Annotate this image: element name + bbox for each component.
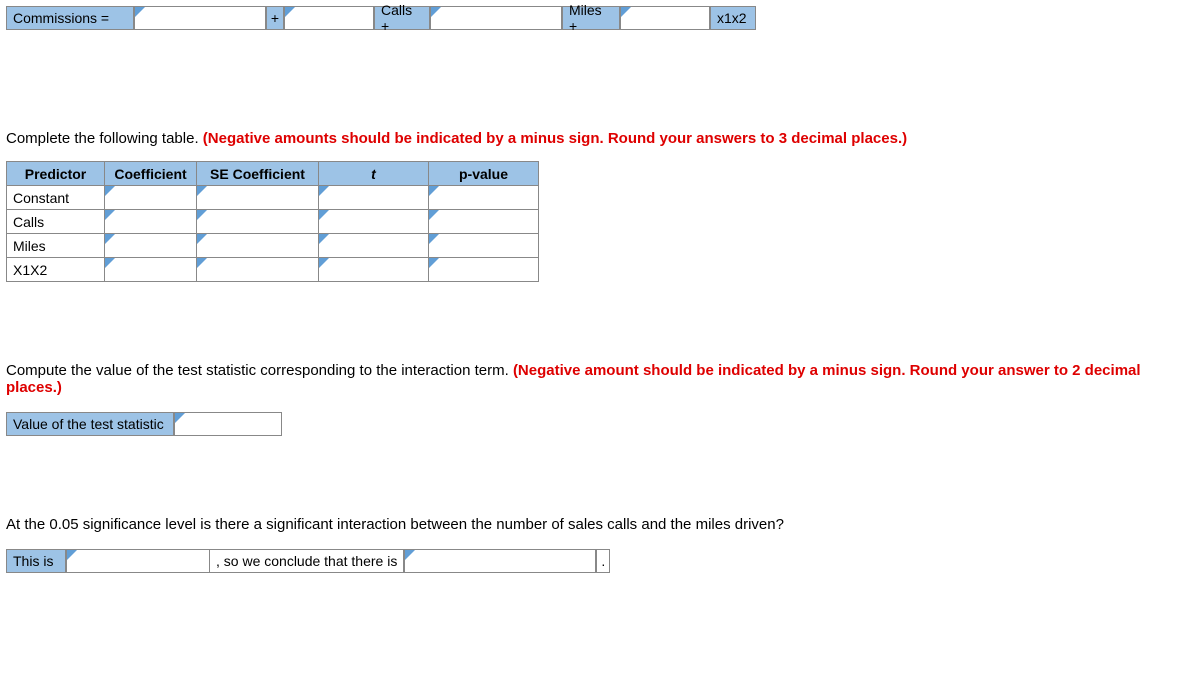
test-stat-prompt: Compute the value of the test statistic …: [6, 362, 1194, 396]
calls-t-input[interactable]: [319, 210, 429, 234]
value-row: Value of the test statistic: [6, 412, 1194, 436]
table-row: Calls: [7, 210, 539, 234]
value-label: Value of the test statistic: [6, 412, 174, 436]
test-stat-section: Compute the value of the test statistic …: [6, 362, 1194, 436]
calls-plus-label: Calls +: [374, 6, 430, 30]
equation-intercept-input[interactable]: [134, 6, 266, 30]
equation-miles-coef-input[interactable]: [430, 6, 562, 30]
table-section: Complete the following table. (Negative …: [6, 130, 1194, 282]
table-row: Constant: [7, 186, 539, 210]
table-header-row: Predictor Coefficient SE Coefficient t p…: [7, 162, 539, 186]
period-label: .: [596, 549, 610, 573]
significance-section: At the 0.05 significance level is there …: [6, 516, 1194, 573]
miles-plus-label: Miles +: [562, 6, 620, 30]
commissions-label: Commissions =: [6, 6, 134, 30]
constant-t-input[interactable]: [319, 186, 429, 210]
predictor-table: Predictor Coefficient SE Coefficient t p…: [6, 161, 539, 282]
so-we-label: , so we conclude that there is: [210, 549, 404, 573]
miles-p-input[interactable]: [429, 234, 539, 258]
equation-row: Commissions = + Calls + Miles + x1x2: [6, 6, 1194, 30]
equation-x1x2-coef-input[interactable]: [620, 6, 710, 30]
value-input[interactable]: [174, 412, 282, 436]
this-is-input[interactable]: [66, 549, 210, 573]
this-is-label: This is: [6, 549, 66, 573]
calls-se-input[interactable]: [197, 210, 319, 234]
x1x2-coef-input[interactable]: [105, 258, 197, 282]
header-t: t: [319, 162, 429, 186]
header-se: SE Coefficient: [197, 162, 319, 186]
table-prompt-lead: Complete the following table.: [6, 130, 203, 147]
conclusion-input[interactable]: [404, 549, 596, 573]
constant-coef-input[interactable]: [105, 186, 197, 210]
table-row: Miles: [7, 234, 539, 258]
miles-se-input[interactable]: [197, 234, 319, 258]
calls-p-input[interactable]: [429, 210, 539, 234]
table-prompt-red: (Negative amounts should be indicated by…: [203, 130, 907, 147]
row-calls-label: Calls: [7, 210, 105, 234]
significance-prompt: At the 0.05 significance level is there …: [6, 516, 1194, 533]
row-x1x2-label: X1X2: [7, 258, 105, 282]
table-row: X1X2: [7, 258, 539, 282]
test-stat-lead: Compute the value of the test statistic …: [6, 362, 513, 379]
miles-coef-input[interactable]: [105, 234, 197, 258]
table-prompt: Complete the following table. (Negative …: [6, 130, 1194, 147]
row-constant-label: Constant: [7, 186, 105, 210]
constant-se-input[interactable]: [197, 186, 319, 210]
plus-label-1: +: [266, 6, 284, 30]
x1x2-p-input[interactable]: [429, 258, 539, 282]
x1x2-t-input[interactable]: [319, 258, 429, 282]
x1x2-se-input[interactable]: [197, 258, 319, 282]
conclusion-row: This is , so we conclude that there is .: [6, 549, 1194, 573]
header-coefficient: Coefficient: [105, 162, 197, 186]
constant-p-input[interactable]: [429, 186, 539, 210]
calls-coef-input[interactable]: [105, 210, 197, 234]
x1x2-label: x1x2: [710, 6, 756, 30]
miles-t-input[interactable]: [319, 234, 429, 258]
equation-calls-coef-input[interactable]: [284, 6, 374, 30]
header-predictor: Predictor: [7, 162, 105, 186]
header-p: p-value: [429, 162, 539, 186]
row-miles-label: Miles: [7, 234, 105, 258]
